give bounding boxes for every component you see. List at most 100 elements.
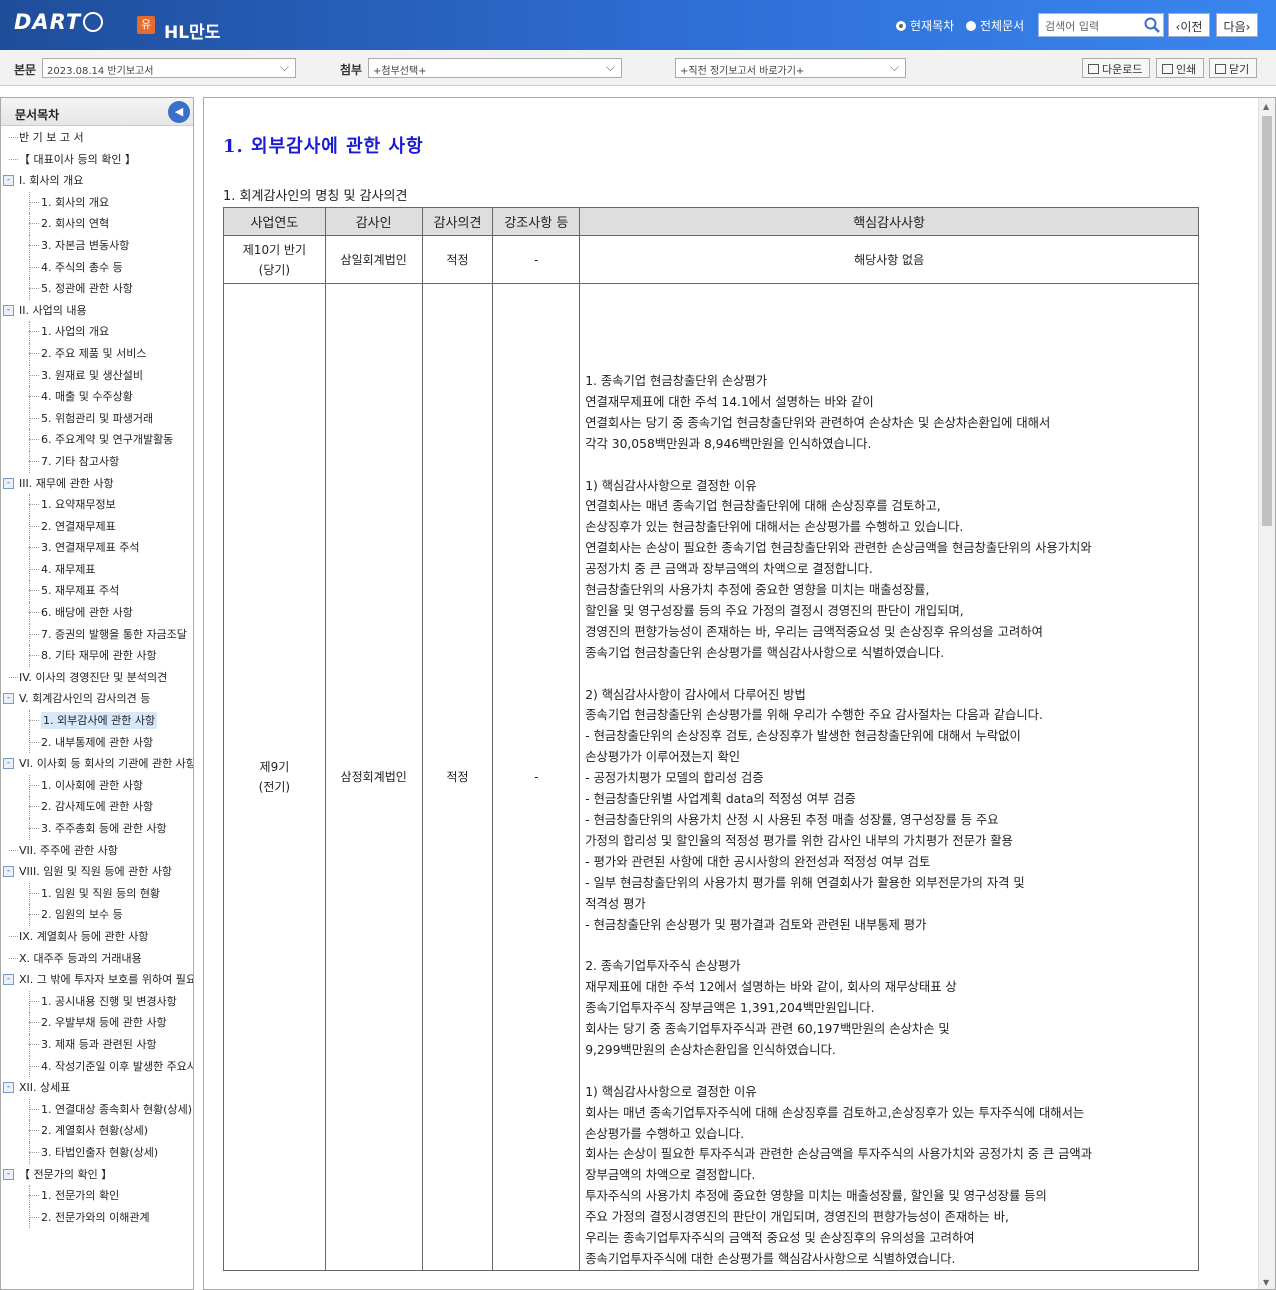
toc-section[interactable]: - VI. 이사회 등 회사의 기관에 관한 사항 [1,753,193,775]
toc-item[interactable]: 2. 감사제도에 관한 사항 [1,796,193,818]
scroll-down-icon[interactable]: ▼ [1263,1278,1269,1287]
toc-item[interactable]: 3. 주주총회 등에 관한 사항 [1,818,193,840]
collapse-toggle-icon[interactable]: - [3,1168,14,1180]
collapse-sidebar-button[interactable]: ◀ [168,101,190,123]
toc-item[interactable]: 6. 배당에 관한 사항 [1,602,193,624]
download-icon [1088,64,1099,74]
toc-item[interactable]: 1. 사업의 개요 [1,321,193,343]
next-button[interactable]: 다음› [1216,13,1258,37]
toc-item[interactable]: 2. 우발부채 등에 관한 사항 [1,1012,193,1034]
toc-label: 3. 제재 등과 관련된 사항 [41,1037,157,1051]
toc-item[interactable]: 1. 임원 및 직원 등의 현황 [1,882,193,905]
toc-item[interactable]: 2. 계열회사 현황(상세) [1,1120,193,1142]
toc-item[interactable]: 7. 증권의 발행을 통한 자금조달 [1,623,193,646]
toc-item[interactable]: 3. 원재료 및 생산설비 [1,364,193,387]
toc-section[interactable]: - I. 회사의 개요 [1,170,193,192]
collapse-toggle-icon[interactable]: - [3,304,14,316]
toc-item[interactable]: 2. 회사의 연혁 [1,213,193,235]
toc-section[interactable]: -XI. 그 밖에 투자자 보호를 위하여 필요한 사항 [1,969,193,991]
radio-current-toc[interactable]: 현재목차 [896,17,954,34]
collapse-toggle-icon[interactable]: - [3,1082,14,1094]
toc-section[interactable]: - V. 회계감사인의 감사의견 등 [1,688,193,710]
toc-item[interactable]: 4. 작성기준일 이후 발생한 주요사항 [1,1055,193,1078]
toc-item[interactable]: 4. 재무제표 [1,558,193,581]
download-button[interactable]: 다운로드 [1082,58,1150,78]
toc-section[interactable]: - 【 전문가의 확인 】 [1,1164,193,1186]
toc-item[interactable]: 4. 매출 및 수주상황 [1,386,193,408]
kam-line: 투자주식의 사용가치 추정에 중요한 영향을 미치는 매출성장률, 할인율 및 … [585,1189,1047,1204]
toc-section[interactable]: - VIII. 임원 및 직원 등에 관한 사항 [1,861,193,883]
dart-logo[interactable]: DART [14,10,104,34]
toc-section[interactable]: 반 기 보 고 서 [1,127,193,149]
close-icon [1215,64,1226,74]
tree-connector [29,1130,39,1132]
toc-item[interactable]: 1. 회사의 개요 [1,191,193,214]
collapse-toggle-icon[interactable]: - [3,758,14,770]
toc-item[interactable]: 1. 연결대상 종속회사 현황(상세) [1,1098,193,1121]
toc-section[interactable]: - II. 사업의 내용 [1,300,193,322]
collapse-toggle-icon[interactable]: - [3,866,14,878]
cell-opinion: 적정 [421,235,494,284]
toc-item[interactable]: 2. 내부통제에 관한 사항 [1,731,193,754]
toc-item[interactable]: 3. 자본금 변동사항 [1,234,193,257]
search-input[interactable]: 검색어 입력 [1038,13,1164,37]
toc-item[interactable]: 5. 정관에 관한 사항 [1,278,193,300]
collapse-toggle-icon[interactable]: - [3,175,14,187]
kam-line: 손상평가가 이루어졌는지 확인 [585,750,741,765]
toc-section[interactable]: IV. 이사의 경영진단 및 분석의견 [1,667,193,689]
toc-item[interactable]: 1. 이사회에 관한 사항 [1,774,193,797]
toc-label: VII. 주주에 관한 사항 [19,843,118,857]
chevron-down-icon: ⌵ [889,60,899,74]
search-icon[interactable] [1144,17,1160,33]
toc-section[interactable]: 【 대표이사 등의 확인 】 [1,149,193,171]
toc-item[interactable]: 3. 타법인출자 현황(상세) [1,1141,193,1164]
toc-section[interactable]: - XII. 상세표 [1,1077,193,1099]
toc-item[interactable]: 3. 제재 등과 관련된 사항 [1,1033,193,1056]
toc-item[interactable]: 1. 전문가의 확인 [1,1185,193,1207]
collapse-toggle-icon[interactable]: - [3,974,14,986]
toc-item[interactable]: 4. 주식의 총수 등 [1,256,193,279]
toc-item[interactable]: 3. 연결재무제표 주석 [1,537,193,559]
toc-label: 2. 주요 제품 및 서비스 [41,346,147,360]
toc-item[interactable]: 6. 주요계약 및 연구개발활동 [1,429,193,451]
attach-select[interactable]: +첨부선택+ ⌵ [368,58,622,78]
toc-section[interactable]: - III. 재무에 관한 사항 [1,473,193,495]
toc-item[interactable]: 2. 연결재무제표 [1,515,193,538]
vertical-scrollbar[interactable]: ▲ ▼ [1258,98,1275,1289]
toc-label: 1. 연결대상 종속회사 현황(상세) [41,1102,193,1116]
toc-item[interactable]: 2. 전문가와의 이해관계 [1,1206,193,1229]
toc-item[interactable]: 8. 기타 재무에 관한 사항 [1,645,193,667]
toc-label: III. 재무에 관한 사항 [19,476,114,490]
kam-line: 주요 가정의 결정시경영진의 판단이 개입되며, 경영진의 편향가능성이 존재하… [585,1210,1009,1225]
scrollbar-thumb[interactable] [1262,116,1272,526]
print-button[interactable]: 인쇄 [1156,58,1204,78]
toc-item[interactable]: 5. 재무제표 주석 [1,580,193,603]
toc-item[interactable]: 2. 주요 제품 및 서비스 [1,342,193,365]
kam-text: 1. 종속기업 현금창출단위 손상평가 연결재무제표에 대한 주석 14.1에서 … [585,371,1198,1270]
kam-line: 적격성 평가 [585,896,646,911]
toc-section[interactable]: X. 대주주 등과의 거래내용 [1,948,193,970]
collapse-toggle-icon[interactable]: - [3,477,14,489]
toc-item[interactable]: 7. 기타 참고사항 [1,450,193,473]
radio-all-document[interactable]: 전체문서 [966,17,1024,34]
table-header-row: 사업연도 감사인 감사의견 강조사항 등 핵심감사사항 [223,207,1199,236]
prev-report-select[interactable]: +직전 정기보고서 바로가기+ ⌵ [675,58,906,78]
toc-item[interactable]: 5. 위험관리 및 파생거래 [1,407,193,430]
toc-item[interactable]: 1. 외부감사에 관한 사항 [1,710,193,732]
toc-item[interactable]: 1. 공시내용 진행 및 변경사항 [1,990,193,1013]
toc-item[interactable]: 2. 임원의 보수 등 [1,904,193,926]
toc-section[interactable]: VII. 주주에 관한 사항 [1,840,193,862]
scroll-up-icon[interactable]: ▲ [1263,102,1269,111]
tree-connector [29,1043,39,1045]
main-doc-select[interactable]: 2023.08.14 반기보고서 ⌵ [42,58,296,78]
tree-connector [29,525,39,527]
toc-section[interactable]: IX. 계열회사 등에 관한 사항 [1,926,193,948]
toc-label: 3. 연결재무제표 주석 [41,541,140,555]
toc-label: 반 기 보 고 서 [19,131,84,144]
toc-item[interactable]: 1. 요약재무정보 [1,494,193,516]
prev-button[interactable]: ‹이전 [1168,13,1210,37]
collapse-toggle-icon[interactable]: - [3,693,14,705]
toc-label: II. 사업의 내용 [19,303,87,317]
close-button[interactable]: 닫기 [1209,58,1257,78]
